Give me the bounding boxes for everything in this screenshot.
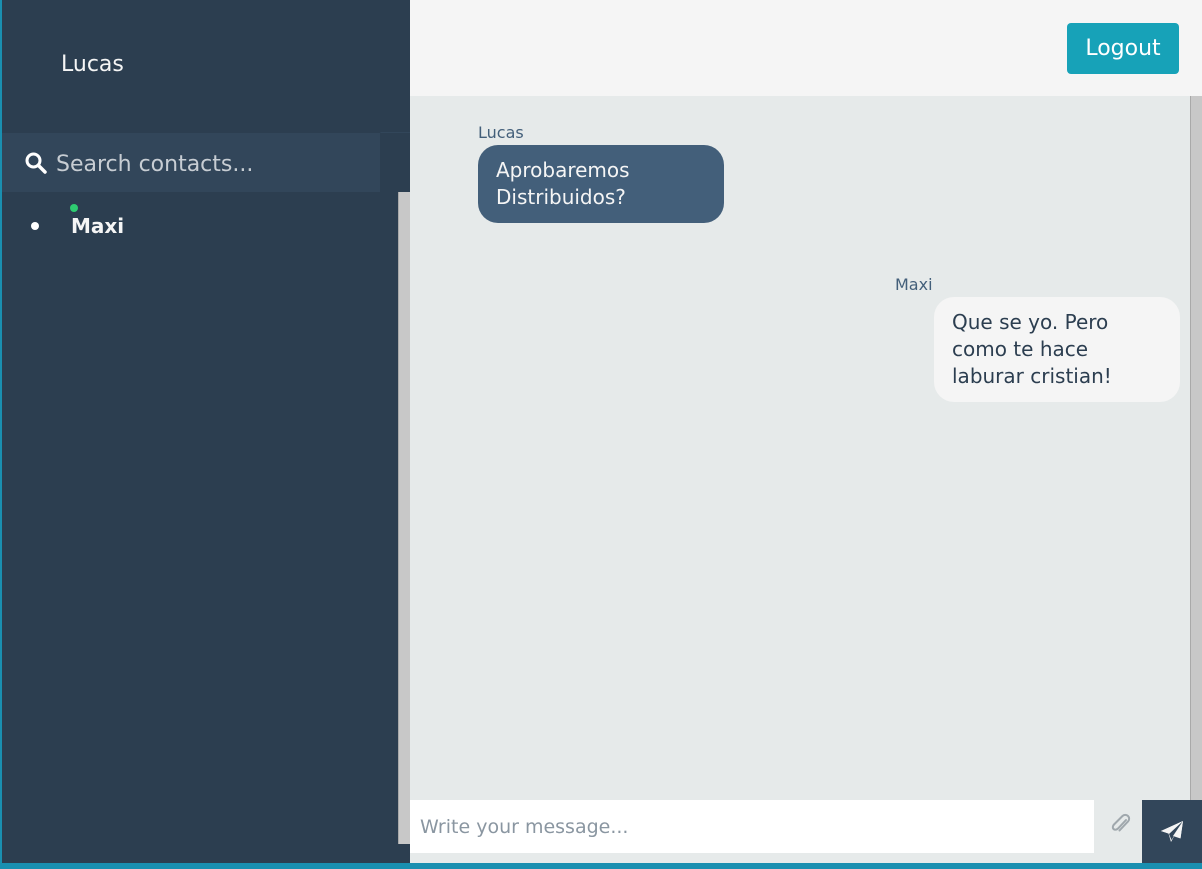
message-bubble-sent: Aprobaremos Distribuidos? bbox=[478, 145, 724, 223]
search-icon bbox=[24, 151, 48, 175]
paper-plane-icon bbox=[1142, 819, 1202, 845]
list-bullet bbox=[31, 222, 39, 230]
online-status-indicator bbox=[70, 204, 78, 212]
search-input[interactable] bbox=[54, 143, 378, 185]
app-frame: Lucas Maxi Logout Lucas Aprobaremos bbox=[2, 0, 1202, 863]
contacts-list: Maxi bbox=[2, 192, 398, 844]
search-bar-extension bbox=[380, 132, 411, 193]
sidebar: Lucas Maxi bbox=[2, 0, 411, 863]
message-composer bbox=[410, 800, 1202, 863]
message-sender: Lucas bbox=[478, 123, 524, 142]
message-input[interactable] bbox=[410, 800, 1094, 853]
top-bar: Logout bbox=[410, 0, 1202, 96]
contacts-scrollbar[interactable] bbox=[398, 192, 410, 844]
messages-scrollbar[interactable] bbox=[1190, 96, 1202, 800]
profile-name: Lucas bbox=[61, 52, 124, 77]
logout-button[interactable]: Logout bbox=[1067, 23, 1179, 74]
contact-item-maxi[interactable]: Maxi bbox=[2, 192, 398, 258]
search-bar bbox=[2, 132, 380, 193]
message-bubble-reply: Que se yo. Pero como te hace laburar cri… bbox=[934, 297, 1180, 402]
message-sender: Maxi bbox=[895, 275, 933, 294]
send-button[interactable] bbox=[1142, 800, 1202, 863]
paperclip-icon[interactable] bbox=[1109, 811, 1133, 837]
profile-header: Lucas bbox=[2, 0, 410, 132]
contact-name: Maxi bbox=[71, 214, 125, 238]
messages-panel: Lucas Aprobaremos Distribuidos? Maxi Que… bbox=[410, 96, 1190, 800]
